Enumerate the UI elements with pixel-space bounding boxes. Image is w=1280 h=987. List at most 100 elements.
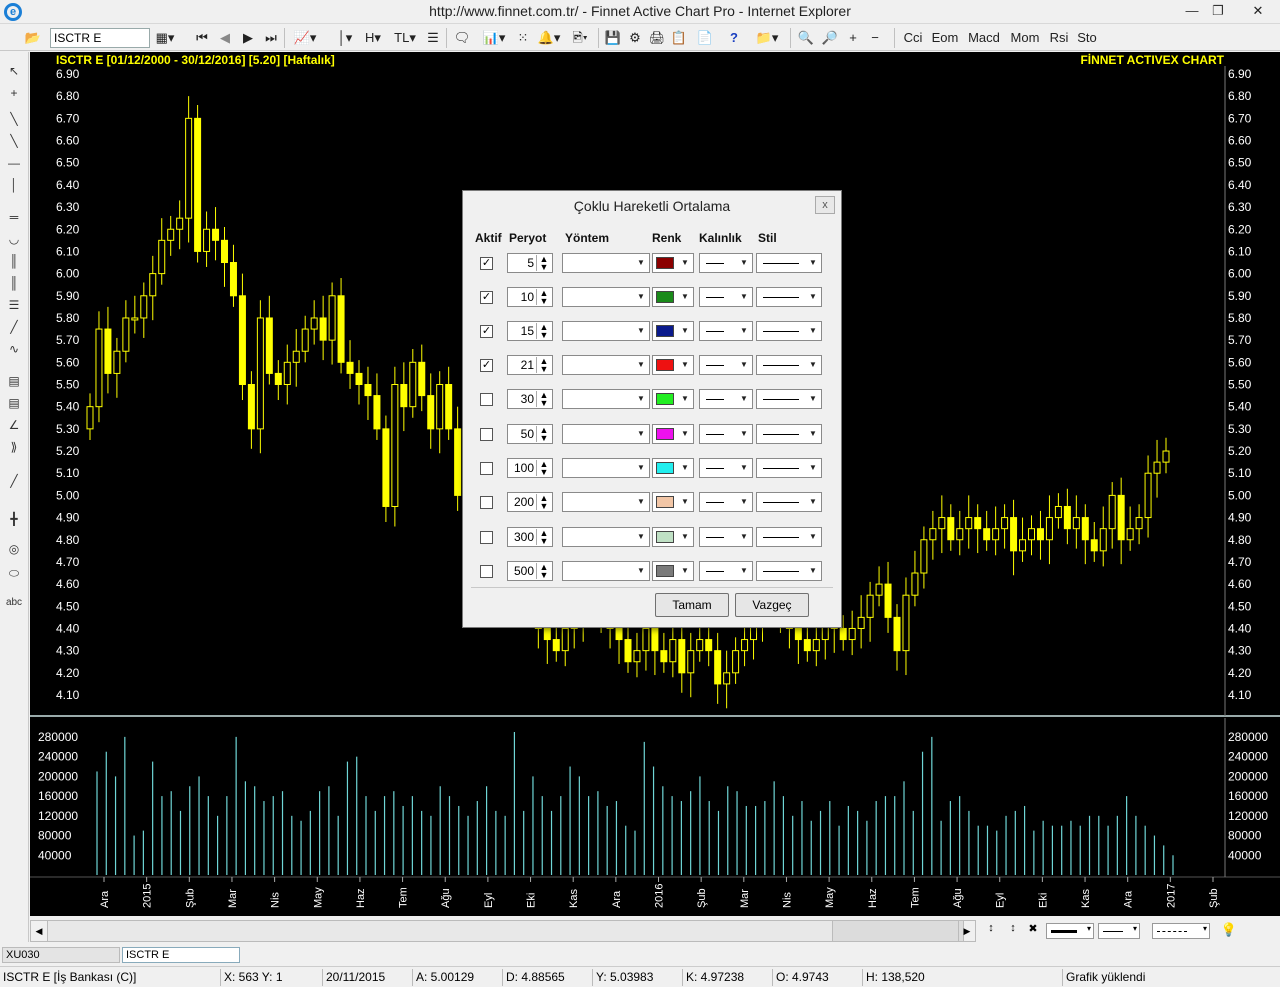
- line-style-select[interactable]: ▾: [1098, 923, 1140, 939]
- list-icon[interactable]: ☰: [424, 28, 442, 48]
- spin-arrows-icon[interactable]: ▲ ▼: [536, 529, 551, 546]
- crosshair-icon[interactable]: +: [4, 84, 24, 102]
- line-icon[interactable]: ╲: [4, 110, 24, 128]
- comment-icon[interactable]: 🗨: [452, 28, 472, 48]
- spin-arrows-icon[interactable]: ▲ ▼: [536, 563, 551, 580]
- style-select[interactable]: ▼: [756, 355, 822, 375]
- currency-dropdown[interactable]: TL▾: [392, 28, 418, 48]
- color-select[interactable]: ▼: [652, 424, 694, 444]
- fib-time-icon[interactable]: ║: [4, 252, 24, 270]
- tab-isctr[interactable]: ISCTR E: [122, 947, 240, 963]
- text-tool[interactable]: abc: [4, 594, 24, 612]
- fit-icon[interactable]: ↕: [982, 922, 1000, 940]
- period-spinner[interactable]: 5 ▲ ▼: [507, 253, 553, 273]
- scroll-right-button[interactable]: ▶: [958, 920, 976, 942]
- speed-lines-icon[interactable]: ╱: [4, 472, 24, 490]
- method-select[interactable]: ▼: [562, 253, 650, 273]
- color-select[interactable]: ▼: [652, 355, 694, 375]
- draw-tools-dropdown[interactable]: 📈▾: [290, 28, 320, 48]
- color-select[interactable]: ▼: [652, 321, 694, 341]
- color-select[interactable]: ▼: [652, 458, 694, 478]
- spin-arrows-icon[interactable]: ▲ ▼: [536, 255, 551, 272]
- settings-icon[interactable]: ⚙: [626, 28, 644, 48]
- prev-icon[interactable]: ◀: [216, 28, 234, 48]
- method-select[interactable]: ▼: [562, 424, 650, 444]
- zoom-in-icon[interactable]: 🔍: [796, 28, 816, 48]
- ray-icon[interactable]: ╲: [4, 132, 24, 150]
- arc-icon[interactable]: ◡: [4, 230, 24, 248]
- symbol-input[interactable]: ISCTR E: [50, 28, 150, 48]
- fib-fan-icon[interactable]: ▤: [4, 394, 24, 412]
- alarm-dropdown[interactable]: 🔔▾: [536, 28, 562, 48]
- vertical-line-icon[interactable]: │: [4, 176, 24, 194]
- zigzag-icon[interactable]: ∿: [4, 340, 24, 358]
- trend-channel-icon[interactable]: ╱: [4, 318, 24, 336]
- method-select[interactable]: ▼: [562, 321, 650, 341]
- save-icon[interactable]: 💾: [604, 28, 622, 48]
- spin-arrows-icon[interactable]: ▲ ▼: [536, 357, 551, 374]
- cycle-lines-icon[interactable]: ║: [4, 274, 24, 292]
- method-select[interactable]: ▼: [562, 389, 650, 409]
- method-select[interactable]: ▼: [562, 561, 650, 581]
- width-select[interactable]: ▼: [699, 527, 753, 547]
- plus-icon[interactable]: +: [844, 28, 862, 48]
- line-width-select[interactable]: ▾: [1046, 923, 1094, 939]
- active-checkbox[interactable]: ✓: [480, 359, 493, 372]
- period-spinner[interactable]: 100 ▲ ▼: [507, 458, 553, 478]
- width-select[interactable]: ▼: [699, 389, 753, 409]
- scroll-track[interactable]: [48, 920, 832, 942]
- method-select[interactable]: ▼: [562, 355, 650, 375]
- andrews-pitchfork-icon[interactable]: ╋: [4, 510, 24, 528]
- period-spinner[interactable]: 200 ▲ ▼: [507, 492, 553, 512]
- indicator-dropdown[interactable]: 📊▾: [480, 28, 508, 48]
- period-dropdown[interactable]: H▾: [362, 28, 384, 48]
- period-spinner[interactable]: 21 ▲ ▼: [507, 355, 553, 375]
- cancel-button[interactable]: Vazgeç: [735, 593, 809, 617]
- next-icon[interactable]: ▶: [239, 28, 257, 48]
- active-checkbox[interactable]: [480, 496, 493, 509]
- color-select[interactable]: ▼: [652, 492, 694, 512]
- vertical-scale-icon[interactable]: ↕: [1004, 922, 1022, 940]
- color-select[interactable]: ▼: [652, 527, 694, 547]
- period-spinner[interactable]: 500 ▲ ▼: [507, 561, 553, 581]
- width-select[interactable]: ▼: [699, 492, 753, 512]
- indicator-macd[interactable]: Macd: [964, 28, 1004, 48]
- method-select[interactable]: ▼: [562, 492, 650, 512]
- spin-arrows-icon[interactable]: ▲ ▼: [536, 460, 551, 477]
- dialog-close-button[interactable]: x: [815, 196, 835, 214]
- width-select[interactable]: ▼: [699, 287, 753, 307]
- lightbulb-icon[interactable]: 💡: [1220, 922, 1238, 940]
- width-select[interactable]: ▼: [699, 424, 753, 444]
- width-select[interactable]: ▼: [699, 253, 753, 273]
- spin-arrows-icon[interactable]: ▲ ▼: [536, 391, 551, 408]
- fib-retracement-icon[interactable]: ☰: [4, 296, 24, 314]
- active-checkbox[interactable]: ✓: [480, 291, 493, 304]
- period-spinner[interactable]: 15 ▲ ▼: [507, 321, 553, 341]
- color-select[interactable]: ▼: [652, 287, 694, 307]
- active-checkbox[interactable]: [480, 565, 493, 578]
- paste-icon[interactable]: 📄: [696, 28, 714, 48]
- active-checkbox[interactable]: ✓: [480, 325, 493, 338]
- style-select[interactable]: ▼: [756, 321, 822, 341]
- print-icon[interactable]: 🖨: [648, 28, 666, 48]
- window-dropdown[interactable]: 🖻▾: [566, 28, 594, 48]
- angle-icon[interactable]: ∠: [4, 416, 24, 434]
- color-select[interactable]: ▼: [652, 389, 694, 409]
- ok-button[interactable]: Tamam: [655, 593, 729, 617]
- style-select[interactable]: ▼: [756, 389, 822, 409]
- style-select[interactable]: ▼: [756, 424, 822, 444]
- period-spinner[interactable]: 300 ▲ ▼: [507, 527, 553, 547]
- reset-icon[interactable]: ✖: [1024, 922, 1042, 940]
- method-select[interactable]: ▼: [562, 458, 650, 478]
- spin-arrows-icon[interactable]: ▲ ▼: [536, 426, 551, 443]
- active-checkbox[interactable]: [480, 393, 493, 406]
- width-select[interactable]: ▼: [699, 355, 753, 375]
- minus-icon[interactable]: −: [866, 28, 884, 48]
- active-checkbox[interactable]: [480, 428, 493, 441]
- open-folder-icon[interactable]: 📂: [22, 28, 44, 48]
- restore-button[interactable]: ❐: [1206, 2, 1230, 20]
- style-select[interactable]: ▼: [756, 561, 822, 581]
- style-select[interactable]: ▼: [756, 458, 822, 478]
- tab-xu030[interactable]: XU030: [2, 947, 120, 963]
- fib-levels-icon[interactable]: ▤: [4, 372, 24, 390]
